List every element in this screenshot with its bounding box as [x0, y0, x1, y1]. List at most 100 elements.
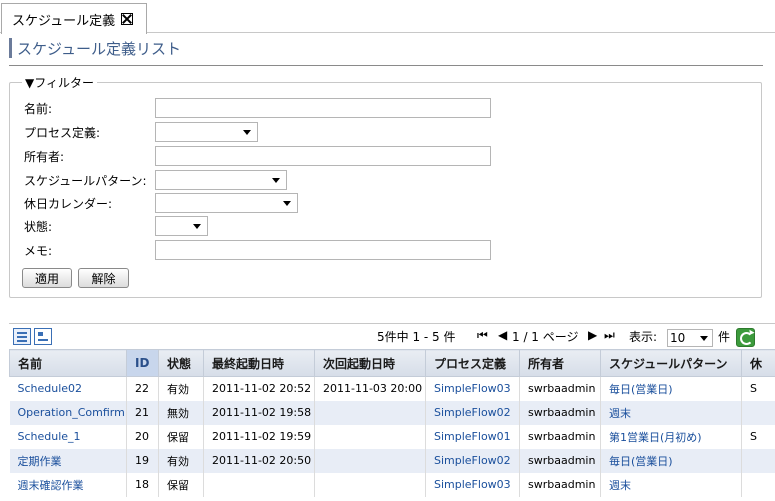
next-page-icon[interactable]: ▶ [588, 328, 597, 342]
chevron-down-icon [283, 201, 291, 206]
holiday-calendar: S [741, 376, 775, 401]
schedule-status: 有効 [158, 376, 204, 401]
owner: swrbaadmin [519, 400, 601, 425]
col-header-last-run[interactable]: 最終起動日時 [203, 349, 315, 377]
tab-schedule-definition[interactable]: スケジュール定義 [1, 3, 147, 34]
status-select[interactable] [155, 216, 208, 236]
filter-row-owner: 所有者: [24, 146, 64, 166]
schedule-id: 22 [126, 376, 159, 401]
col-header-pattern[interactable]: スケジュールパターン [600, 349, 742, 377]
clear-button[interactable]: 解除 [78, 268, 129, 288]
last-run: 2011-11-02 20:52 [203, 376, 315, 401]
last-run: 2011-11-02 19:59 [203, 424, 315, 449]
last-run: 2011-11-02 19:58 [203, 400, 315, 425]
filter-row-process: プロセス定義: [24, 122, 100, 142]
owner: swrbaadmin [519, 424, 601, 449]
last-run: 2011-11-02 20:50 [203, 448, 315, 473]
col-header-holiday[interactable]: 休 [741, 349, 775, 377]
owner: swrbaadmin [519, 448, 601, 473]
first-page-icon[interactable]: ⏮ [477, 328, 488, 343]
last-run [203, 472, 315, 497]
process-link[interactable]: SimpleFlow02 [425, 400, 520, 425]
owner: swrbaadmin [519, 472, 601, 497]
next-run [314, 424, 426, 449]
memo-input[interactable] [155, 240, 491, 260]
pattern-link[interactable]: 毎日(営業日) [600, 376, 742, 401]
filter-row-pattern: スケジュールパターン: [24, 170, 147, 190]
calendar-select[interactable] [155, 193, 298, 213]
col-header-name[interactable]: 名前 [9, 349, 127, 377]
filter-panel: ▼フィルター 名前: プロセス定義: 所有者: スケジュールパターン: 休日カレ… [9, 74, 762, 298]
table-row: Schedule_1 20 保留 2011-11-02 19:59 Simple… [9, 424, 775, 449]
schedule-status: 保留 [158, 424, 204, 449]
pager-summary: 5件中 1 - 5 件 [377, 330, 456, 344]
schedule-name-link[interactable]: 週末確認作業 [9, 472, 127, 497]
tab-label: スケジュール定義 [12, 13, 116, 29]
display-label: 表示: [629, 330, 658, 344]
status-label: 状態: [24, 219, 53, 234]
table-row: Schedule02 22 有効 2011-11-02 20:52 2011-1… [9, 376, 775, 401]
filter-row-status: 状態: [24, 216, 52, 236]
table-row: Operation_Comfirm 21 無効 2011-11-02 19:58… [9, 400, 775, 425]
last-page-icon[interactable]: ⏭ [604, 328, 615, 343]
chevron-down-icon [700, 336, 708, 341]
tab-bar: スケジュール定義 [0, 0, 775, 34]
page-title: スケジュール定義リスト [17, 40, 181, 58]
schedule-status: 保留 [158, 472, 204, 497]
process-select[interactable] [155, 122, 258, 142]
pattern-label: スケジュールパターン: [24, 173, 147, 188]
page-size-unit: 件 [718, 330, 731, 344]
holiday-calendar: S [741, 424, 775, 449]
schedule-name-link[interactable]: Operation_Comfirm [9, 400, 127, 425]
owner: swrbaadmin [519, 376, 601, 401]
schedule-name-link[interactable]: 定期作業 [9, 448, 127, 473]
col-header-process[interactable]: プロセス定義 [425, 349, 520, 377]
next-run: 2011-11-03 20:00 [314, 376, 426, 401]
schedule-table: 名前 ID 状態 最終起動日時 次回起動日時 プロセス定義 所有者 スケジュール… [9, 349, 775, 497]
schedule-id: 19 [126, 448, 159, 473]
schedule-id: 21 [126, 400, 159, 425]
page-size-select[interactable]: 10 [667, 329, 713, 347]
filter-toggle[interactable]: ▼フィルター [22, 74, 97, 91]
process-link[interactable]: SimpleFlow01 [425, 424, 520, 449]
holiday-calendar [741, 448, 775, 473]
holiday-calendar [741, 400, 775, 425]
process-link[interactable]: SimpleFlow03 [425, 472, 520, 497]
col-header-next-run[interactable]: 次回起動日時 [314, 349, 426, 377]
list-view-icon[interactable] [13, 328, 31, 345]
pattern-link[interactable]: 週末 [600, 472, 742, 497]
calendar-label: 休日カレンダー: [24, 196, 113, 211]
process-link[interactable]: SimpleFlow03 [425, 376, 520, 401]
table-header-row: 名前 ID 状態 最終起動日時 次回起動日時 プロセス定義 所有者 スケジュール… [9, 349, 775, 377]
filter-row-memo: メモ: [24, 240, 52, 260]
col-header-status[interactable]: 状態 [158, 349, 204, 377]
schedule-id: 18 [126, 472, 159, 497]
chevron-down-icon [272, 178, 280, 183]
schedule-name-link[interactable]: Schedule02 [9, 376, 127, 401]
refresh-icon[interactable] [736, 328, 755, 347]
owner-input[interactable] [155, 146, 491, 166]
schedule-status: 無効 [158, 400, 204, 425]
name-input[interactable] [155, 98, 491, 118]
schedule-id: 20 [126, 424, 159, 449]
col-header-owner[interactable]: 所有者 [519, 349, 601, 377]
pattern-select[interactable] [155, 170, 287, 190]
prev-page-icon[interactable]: ◀ [498, 328, 507, 342]
col-header-id[interactable]: ID [126, 349, 159, 377]
process-label: プロセス定義: [24, 125, 101, 140]
table-row: 定期作業 19 有効 2011-11-02 20:50 SimpleFlow02… [9, 448, 775, 473]
schedule-name-link[interactable]: Schedule_1 [9, 424, 127, 449]
next-run [314, 472, 426, 497]
grid-toolbar: 5件中 1 - 5 件 ⏮ ◀ 1 / 1 ページ ▶ ⏭ 表示: 10 件 [9, 323, 775, 349]
apply-button[interactable]: 適用 [22, 268, 72, 288]
owner-label: 所有者: [24, 149, 65, 164]
pattern-link[interactable]: 週末 [600, 400, 742, 425]
page-size-value: 10 [670, 331, 686, 345]
detail-view-icon[interactable] [34, 328, 52, 345]
name-label: 名前: [24, 101, 53, 116]
close-icon[interactable] [121, 13, 134, 25]
next-run [314, 448, 426, 473]
process-link[interactable]: SimpleFlow02 [425, 448, 520, 473]
pattern-link[interactable]: 第1営業日(月初め) [600, 424, 742, 449]
pattern-link[interactable]: 毎日(営業日) [600, 448, 742, 473]
